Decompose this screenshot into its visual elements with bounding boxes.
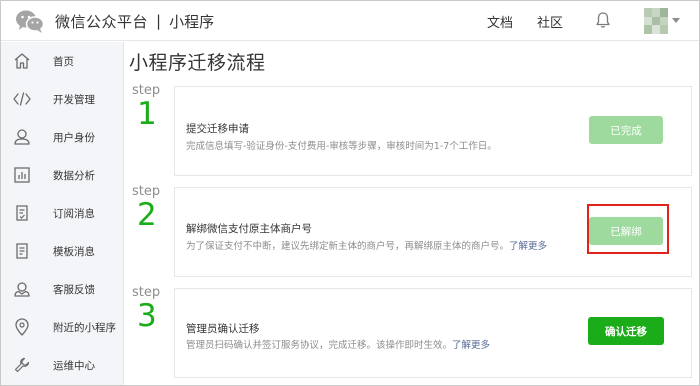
sidebar-item-label: 模板消息 (53, 245, 95, 258)
step-title: 提交迁移申请 (186, 123, 249, 135)
sidebar-item-label: 附近的小程序 (53, 321, 116, 334)
sidebar-item-data-analysis[interactable]: 数据分析 (1, 156, 124, 194)
brand-separator: | (156, 12, 162, 30)
step-description: 为了保证支付不中断，建议先绑定新主体的商户号，再解绑原主体的商户号。了解更多 (186, 238, 547, 252)
user-icon (12, 127, 32, 147)
sidebar-item-customer-feedback[interactable]: 客服反馈 (1, 270, 124, 308)
sidebar-item-development[interactable]: 开发管理 (1, 80, 124, 118)
wrench-icon (12, 355, 32, 375)
bell-icon[interactable] (595, 11, 611, 29)
sidebar-item-user-identity[interactable]: 用户身份 (1, 118, 124, 156)
code-icon (12, 89, 32, 109)
app-window: 微信公众平台 | 小程序 文档 社区 首页 开发管理 用户身份 数据分析 订阅消… (0, 0, 700, 386)
step-card-confirm: 管理员确认迁移 管理员扫码确认并签订服务协议，完成迁移。该操作即时生效。了解更多… (174, 288, 692, 378)
step-card-submit: 提交迁移申请 完成信息填写-验证身份-支付费用-审核等步骤，审核时间为1-7个工… (174, 86, 692, 176)
step-number: 3 (137, 298, 157, 334)
sidebar-item-label: 数据分析 (53, 169, 95, 182)
page-title: 小程序迁移流程 (129, 52, 266, 74)
community-link[interactable]: 社区 (537, 12, 563, 31)
step-description: 完成信息填写-验证身份-支付费用-审核等步骤，审核时间为1-7个工作日。 (186, 141, 497, 152)
sidebar-item-label: 运维中心 (53, 359, 95, 372)
sidebar-item-nearby-mini-programs[interactable]: 附近的小程序 (1, 308, 124, 346)
sidebar-item-label: 用户身份 (53, 131, 95, 144)
home-icon (12, 51, 32, 71)
sidebar-item-label: 客服反馈 (53, 283, 95, 296)
headset-icon (12, 279, 32, 299)
chart-icon (12, 165, 32, 185)
brand[interactable]: 微信公众平台 | 小程序 (15, 8, 214, 34)
location-pin-icon (12, 317, 32, 337)
sidebar-item-label: 开发管理 (53, 93, 95, 106)
learn-more-link[interactable]: 了解更多 (452, 340, 490, 351)
step-number: 1 (137, 96, 157, 132)
brand-subtitle: 小程序 (169, 12, 215, 31)
step-description-text: 管理员扫码确认并签订服务协议，完成迁移。该操作即时生效。 (186, 340, 453, 351)
sidebar-item-label: 首页 (53, 55, 74, 68)
sidebar-item-label: 订阅消息 (53, 207, 95, 220)
completed-button[interactable]: 已完成 (589, 116, 663, 144)
sidebar-item-template-messages[interactable]: 模板消息 (1, 232, 124, 270)
sidebar-item-home[interactable]: 首页 (1, 42, 124, 80)
sidebar-item-subscribe-messages[interactable]: 订阅消息 (1, 194, 124, 232)
learn-more-link[interactable]: 了解更多 (509, 241, 547, 252)
step-title: 管理员确认迁移 (186, 323, 260, 335)
step-description-text: 为了保证支付不中断，建议先绑定新主体的商户号，再解绑原主体的商户号。 (186, 241, 510, 252)
caret-down-icon[interactable] (672, 18, 680, 23)
brand-title: 微信公众平台 (55, 12, 149, 31)
wechat-logo-icon (15, 9, 45, 33)
highlight-annotation (587, 204, 669, 254)
document-check-icon (12, 203, 32, 223)
step-number: 2 (137, 197, 157, 233)
step-description: 管理员扫码确认并签订服务协议，完成迁移。该操作即时生效。了解更多 (186, 337, 490, 351)
document-lines-icon (12, 241, 32, 261)
sidebar: 首页 开发管理 用户身份 数据分析 订阅消息 模板消息 客服反馈 附近的小程序 … (1, 42, 124, 385)
avatar[interactable] (644, 8, 668, 34)
confirm-migration-button[interactable]: 确认迁移 (588, 317, 664, 345)
step-title: 解绑微信支付原主体商户号 (186, 223, 312, 235)
top-bar: 微信公众平台 | 小程序 文档 社区 (1, 1, 699, 41)
docs-link[interactable]: 文档 (487, 12, 513, 31)
sidebar-item-ops-center[interactable]: 运维中心 (1, 346, 124, 384)
